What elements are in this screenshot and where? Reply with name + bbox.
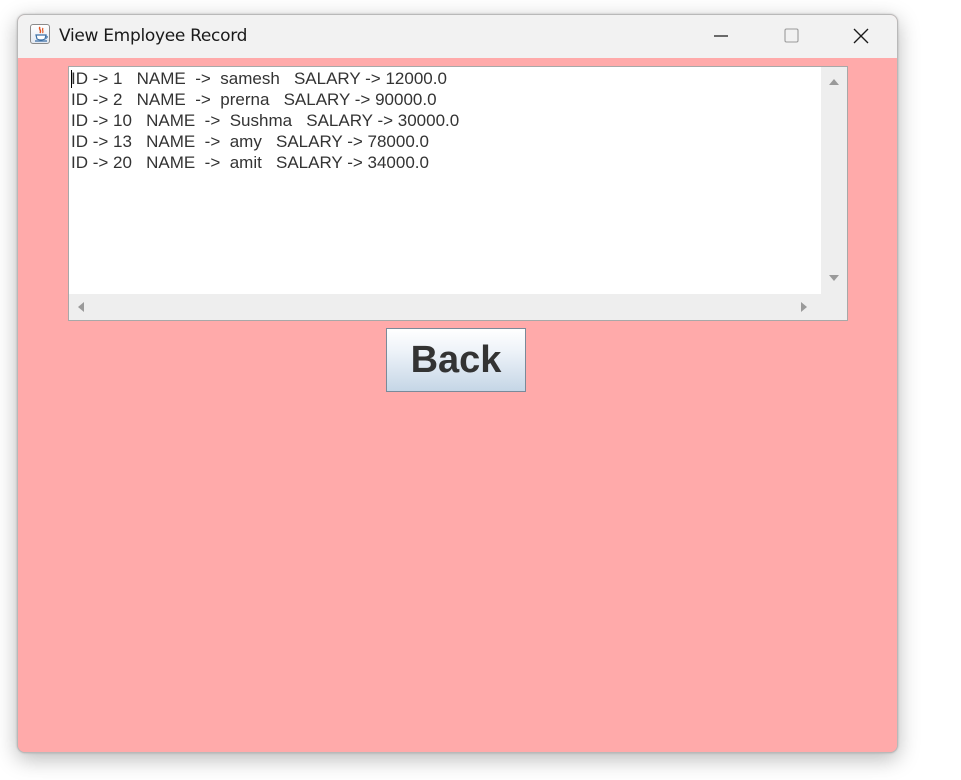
vertical-scrollbar[interactable] bbox=[821, 67, 847, 294]
scroll-right-arrow-icon[interactable] bbox=[799, 301, 809, 313]
maximize-button[interactable] bbox=[768, 15, 814, 58]
app-window: View Employee Record ID -> 1 NAME -> sam… bbox=[17, 14, 898, 753]
scrollbar-corner bbox=[821, 294, 847, 320]
record-line: ID -> 20 NAME -> amit SALARY -> 34000.0 bbox=[71, 153, 429, 172]
maximize-icon bbox=[784, 28, 799, 43]
close-button[interactable] bbox=[838, 15, 884, 58]
record-line: ID -> 13 NAME -> amy SALARY -> 78000.0 bbox=[71, 132, 429, 151]
scroll-down-arrow-icon[interactable] bbox=[828, 273, 840, 283]
records-scroll-pane[interactable]: ID -> 1 NAME -> samesh SALARY -> 12000.0… bbox=[68, 66, 848, 321]
scroll-up-arrow-icon[interactable] bbox=[828, 77, 840, 87]
window-title: View Employee Record bbox=[59, 26, 248, 46]
title-bar[interactable]: View Employee Record bbox=[18, 15, 897, 58]
minimize-icon bbox=[714, 35, 728, 37]
content-panel: ID -> 1 NAME -> samesh SALARY -> 12000.0… bbox=[18, 58, 897, 752]
record-line: ID -> 1 NAME -> samesh SALARY -> 12000.0 bbox=[71, 69, 447, 88]
record-line: ID -> 2 NAME -> prerna SALARY -> 90000.0 bbox=[71, 90, 437, 109]
back-button[interactable]: Back bbox=[386, 328, 526, 392]
horizontal-scrollbar[interactable] bbox=[69, 294, 821, 320]
record-line: ID -> 10 NAME -> Sushma SALARY -> 30000.… bbox=[71, 111, 460, 130]
scroll-left-arrow-icon[interactable] bbox=[76, 301, 86, 313]
close-icon bbox=[853, 28, 869, 44]
java-cup-icon bbox=[30, 24, 50, 44]
records-text-area[interactable]: ID -> 1 NAME -> samesh SALARY -> 12000.0… bbox=[69, 67, 821, 294]
minimize-button[interactable] bbox=[698, 15, 744, 58]
